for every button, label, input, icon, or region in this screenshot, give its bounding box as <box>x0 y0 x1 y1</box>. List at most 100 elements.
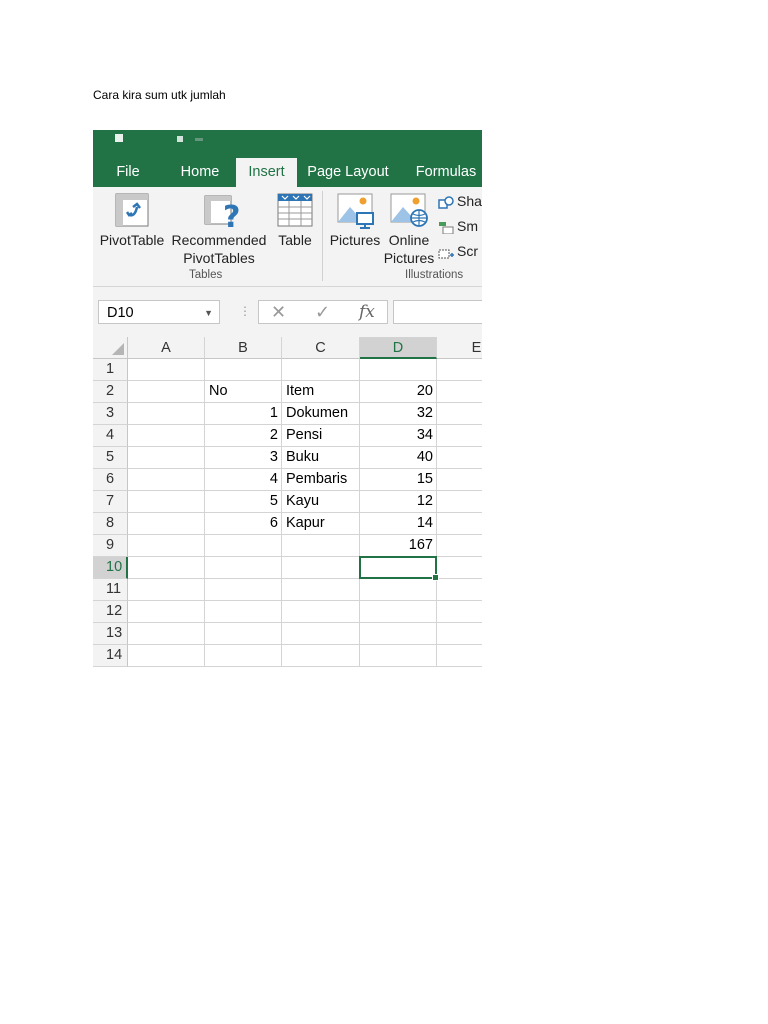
cell-b2[interactable]: No <box>205 381 282 403</box>
cell-a7[interactable] <box>128 491 205 513</box>
cell-d4[interactable]: 34 <box>360 425 437 447</box>
cell-e8[interactable] <box>437 513 482 535</box>
select-all-corner[interactable] <box>93 337 128 359</box>
row-header[interactable]: 12 <box>93 601 128 623</box>
cell-e14[interactable] <box>437 645 482 667</box>
tab-insert[interactable]: Insert <box>236 158 297 187</box>
cell-b6[interactable]: 4 <box>205 469 282 491</box>
row-header[interactable]: 7 <box>93 491 128 513</box>
cell-c3[interactable]: Dokumen <box>282 403 360 425</box>
column-header-c[interactable]: C <box>282 337 360 359</box>
table-button[interactable]: Table <box>271 231 319 249</box>
formula-input[interactable] <box>393 300 482 324</box>
tab-home[interactable]: Home <box>165 158 235 187</box>
row-header[interactable]: 1 <box>93 359 128 381</box>
cell-b3[interactable]: 1 <box>205 403 282 425</box>
cell-d12[interactable] <box>360 601 437 623</box>
cell-d5[interactable]: 40 <box>360 447 437 469</box>
row-header[interactable]: 5 <box>93 447 128 469</box>
cell-c5[interactable]: Buku <box>282 447 360 469</box>
cell-c4[interactable]: Pensi <box>282 425 360 447</box>
online-pictures-button[interactable]: Online Pictures <box>381 231 437 267</box>
cell-c6[interactable]: Pembaris <box>282 469 360 491</box>
cell-a5[interactable] <box>128 447 205 469</box>
row-header[interactable]: 10 <box>93 557 128 579</box>
pivottable-button[interactable]: PivotTable <box>97 231 167 249</box>
cell-e3[interactable] <box>437 403 482 425</box>
cell-d1[interactable] <box>360 359 437 381</box>
cell-e10[interactable] <box>437 557 482 579</box>
screenshot-button[interactable]: Scr <box>438 241 478 261</box>
name-box[interactable]: D10 ▼ <box>98 300 220 324</box>
cancel-icon[interactable]: ✕ <box>271 302 286 323</box>
row-header[interactable]: 6 <box>93 469 128 491</box>
cell-b1[interactable] <box>205 359 282 381</box>
cell-b7[interactable]: 5 <box>205 491 282 513</box>
row-header[interactable]: 3 <box>93 403 128 425</box>
cell-a2[interactable] <box>128 381 205 403</box>
row-header[interactable]: 11 <box>93 579 128 601</box>
cell-e7[interactable] <box>437 491 482 513</box>
cell-d6[interactable]: 15 <box>360 469 437 491</box>
cell-a10[interactable] <box>128 557 205 579</box>
active-cell-selection[interactable] <box>359 556 439 581</box>
cell-b10[interactable] <box>205 557 282 579</box>
cell-b9[interactable] <box>205 535 282 557</box>
cell-e13[interactable] <box>437 623 482 645</box>
enter-icon[interactable]: ✓ <box>315 302 330 323</box>
cell-c13[interactable] <box>282 623 360 645</box>
cell-a6[interactable] <box>128 469 205 491</box>
cell-a11[interactable] <box>128 579 205 601</box>
column-header-b[interactable]: B <box>205 337 282 359</box>
cell-d14[interactable] <box>360 645 437 667</box>
cell-d3[interactable]: 32 <box>360 403 437 425</box>
cell-e5[interactable] <box>437 447 482 469</box>
pictures-button[interactable]: Pictures <box>327 231 383 249</box>
cell-b12[interactable] <box>205 601 282 623</box>
row-header[interactable]: 14 <box>93 645 128 667</box>
cell-c12[interactable] <box>282 601 360 623</box>
insert-function-icon[interactable]: fx <box>359 302 375 322</box>
cell-c9[interactable] <box>282 535 360 557</box>
cell-a3[interactable] <box>128 403 205 425</box>
cell-e12[interactable] <box>437 601 482 623</box>
tab-formulas[interactable]: Formulas <box>407 158 482 187</box>
cell-e9[interactable] <box>437 535 482 557</box>
cell-c8[interactable]: Kapur <box>282 513 360 535</box>
cell-d11[interactable] <box>360 579 437 601</box>
cell-d7[interactable]: 12 <box>360 491 437 513</box>
cell-a14[interactable] <box>128 645 205 667</box>
cell-e2[interactable] <box>437 381 482 403</box>
cell-c7[interactable]: Kayu <box>282 491 360 513</box>
chevron-down-icon[interactable]: ▼ <box>204 301 213 325</box>
column-header-d[interactable]: D <box>360 337 437 359</box>
cell-a1[interactable] <box>128 359 205 381</box>
row-header[interactable]: 13 <box>93 623 128 645</box>
cell-c14[interactable] <box>282 645 360 667</box>
save-icon[interactable] <box>115 134 123 142</box>
undo-icon[interactable] <box>177 136 183 142</box>
row-header[interactable]: 9 <box>93 535 128 557</box>
cell-c11[interactable] <box>282 579 360 601</box>
cell-e4[interactable] <box>437 425 482 447</box>
row-header[interactable]: 8 <box>93 513 128 535</box>
cell-b8[interactable]: 6 <box>205 513 282 535</box>
cell-b4[interactable]: 2 <box>205 425 282 447</box>
tab-file[interactable]: File <box>93 158 163 187</box>
cell-d13[interactable] <box>360 623 437 645</box>
cell-a8[interactable] <box>128 513 205 535</box>
cell-e6[interactable] <box>437 469 482 491</box>
shapes-button[interactable]: Sha <box>438 191 482 211</box>
row-header[interactable]: 4 <box>93 425 128 447</box>
cell-b13[interactable] <box>205 623 282 645</box>
cell-d9[interactable]: 167 <box>360 535 437 557</box>
cell-b11[interactable] <box>205 579 282 601</box>
column-header-a[interactable]: A <box>128 337 205 359</box>
cell-c1[interactable] <box>282 359 360 381</box>
cell-a4[interactable] <box>128 425 205 447</box>
cell-d2[interactable]: 20 <box>360 381 437 403</box>
recommended-pivottables-button[interactable]: Recommended PivotTables <box>169 231 269 267</box>
drag-handle-icon[interactable]: ⋮ <box>239 304 251 318</box>
column-header-e[interactable]: E <box>437 337 482 359</box>
smartart-button[interactable]: Sm <box>438 216 478 236</box>
